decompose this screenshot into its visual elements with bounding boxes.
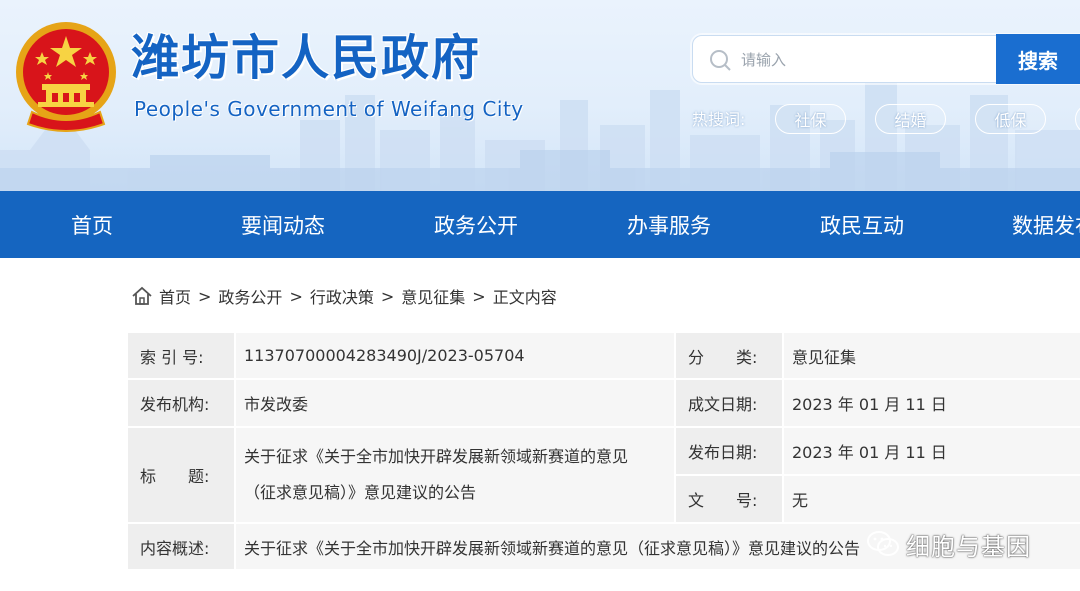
breadcrumb-separator: > <box>380 286 395 306</box>
nav-item-gov-affairs[interactable]: 政务公开 <box>434 191 518 258</box>
index-number-label: 索 引 号: <box>128 333 234 378</box>
nav-item-home[interactable]: 首页 <box>71 191 113 258</box>
title-value-line1: 关于征求《关于全市加快开辟发展新领域新赛道的意见 <box>244 447 629 466</box>
home-icon <box>132 286 152 305</box>
breadcrumb-gov-affairs[interactable]: 政务公开 <box>218 284 282 308</box>
index-number-value: 11370700004283490J/2023-05704 <box>236 333 674 378</box>
created-date-value: 2023 年 01 月 11 日 <box>784 380 1080 426</box>
title-label: 标 题: <box>128 428 234 522</box>
wechat-watermark: 细胞与基因 <box>866 526 1031 562</box>
title-value: 关于征求《关于全市加快开辟发展新领域新赛道的意见 （征求意见稿）》意见建议的公告 <box>236 428 674 522</box>
title-value-line2: （征求意见稿）》意见建议的公告 <box>244 483 477 502</box>
nav-item-interaction[interactable]: 政民互动 <box>820 191 904 258</box>
published-date-value: 2023 年 01 月 11 日 <box>784 428 1080 474</box>
published-date-label: 发布日期: <box>676 428 782 474</box>
search-button[interactable]: 搜索 <box>996 34 1080 84</box>
main-nav: 首页 要闻动态 政务公开 办事服务 政民互动 数据发布 <box>0 191 1080 258</box>
document-number-label: 文 号: <box>676 476 782 522</box>
publisher-value: 市发改委 <box>236 380 674 426</box>
created-date-label: 成文日期: <box>676 380 782 426</box>
wechat-icon <box>867 531 899 556</box>
document-number-value: 无 <box>784 476 1080 522</box>
hot-tag-marriage[interactable]: 结婚 <box>875 104 946 134</box>
breadcrumb-separator: > <box>198 286 212 306</box>
breadcrumb-separator: > <box>289 286 303 306</box>
breadcrumb-decisions[interactable]: 行政决策 <box>310 284 374 308</box>
category-value: 意见征集 <box>784 333 1080 378</box>
site-header: 潍坊市人民政府 People's Government of Weifang C… <box>0 0 1080 191</box>
summary-label: 内容概述: <box>128 524 234 569</box>
category-label: 分 类: <box>676 333 782 378</box>
search-icon <box>710 50 731 71</box>
watermark-text: 细胞与基因 <box>906 532 1031 561</box>
breadcrumb-home[interactable]: 首页 <box>159 284 191 308</box>
publisher-label: 发布机构: <box>128 380 234 426</box>
breadcrumb: 首页 > 政务公开 > 行政决策 > 意见征集 > 正文内容 <box>131 283 557 309</box>
nav-item-data[interactable]: 数据发布 <box>1012 191 1080 258</box>
search-input[interactable] <box>741 46 981 74</box>
site-title: 潍坊市人民政府 <box>131 30 482 86</box>
nav-item-news[interactable]: 要闻动态 <box>241 191 325 258</box>
national-emblem-icon <box>16 22 116 132</box>
hot-tag-subsistence[interactable]: 低保 <box>975 104 1046 134</box>
breadcrumb-opinions[interactable]: 意见征集 <box>401 284 465 308</box>
site-subtitle: People's Government of Weifang City <box>134 97 524 121</box>
breadcrumb-current: 正文内容 <box>492 288 557 307</box>
breadcrumb-separator: > <box>472 286 486 306</box>
nav-item-services[interactable]: 办事服务 <box>627 191 711 258</box>
hot-tag-social-security[interactable]: 社保 <box>775 104 846 134</box>
hot-search-label: 热搜词: <box>692 110 746 129</box>
